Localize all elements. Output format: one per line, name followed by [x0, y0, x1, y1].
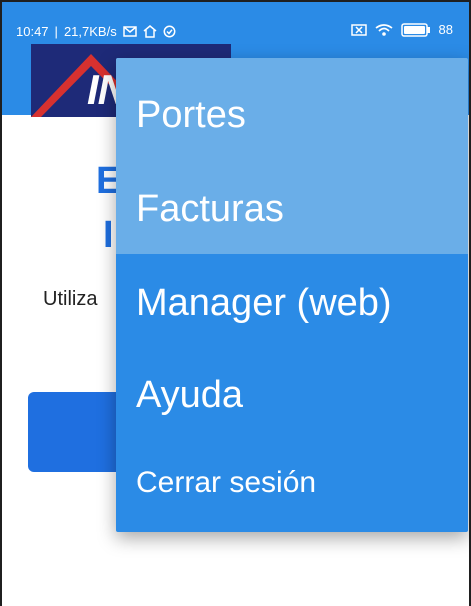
check-circle-icon — [163, 25, 176, 38]
frame-border-top — [0, 0, 471, 2]
battery-icon — [400, 22, 431, 37]
wifi-icon — [375, 23, 393, 37]
status-time: 10:47 — [16, 24, 49, 39]
status-right: 88 — [350, 22, 453, 37]
status-bar: 10:47 | 21,7KB/s 88 — [2, 2, 469, 39]
menu-item-portes[interactable]: Portes — [136, 94, 246, 137]
overflow-menu: Portes Facturas Manager (web) Ayuda Cerr… — [116, 58, 468, 532]
battery-level: 88 — [438, 22, 453, 37]
content-heading-2: I — [103, 214, 114, 256]
menu-item-cerrar-sesion[interactable]: Cerrar sesión — [136, 466, 316, 500]
menu-item-facturas[interactable]: Facturas — [136, 188, 284, 231]
mail-icon — [122, 26, 137, 37]
close-box-icon — [350, 23, 367, 36]
menu-item-ayuda[interactable]: Ayuda — [136, 374, 243, 417]
status-left: 10:47 | 21,7KB/s — [16, 24, 176, 39]
status-separator: | — [54, 24, 58, 39]
content-body: Utiliza — [43, 288, 98, 310]
home-icon — [143, 25, 157, 38]
frame-border-left — [0, 0, 2, 606]
status-network-speed: 21,7KB/s — [63, 24, 117, 39]
menu-item-manager-web[interactable]: Manager (web) — [136, 282, 392, 325]
